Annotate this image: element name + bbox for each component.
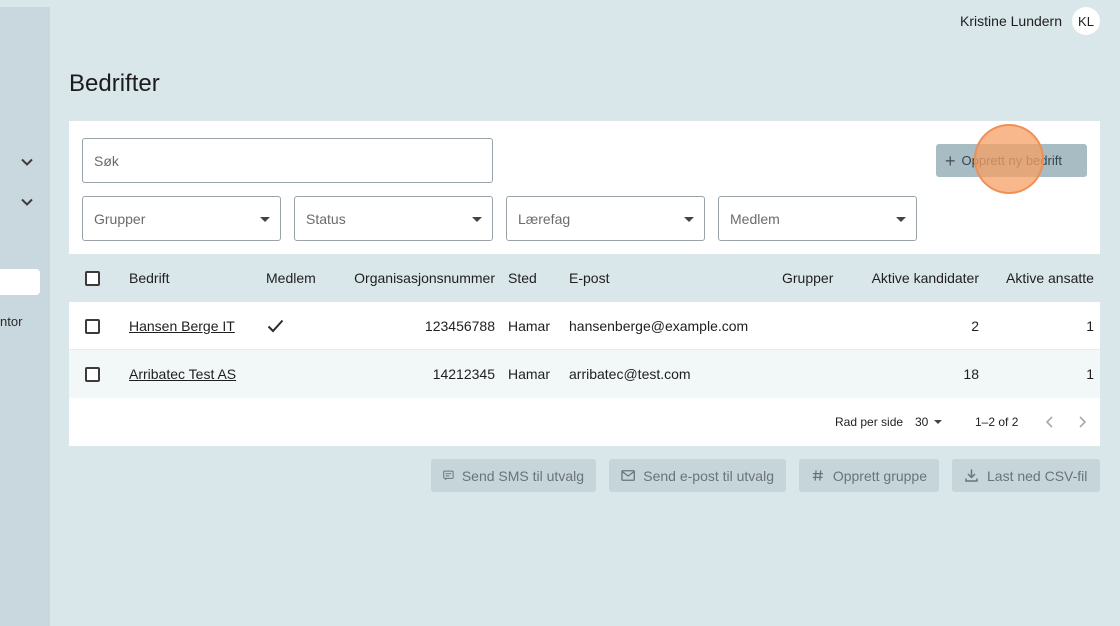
send-email-label: Send e-post til utvalg bbox=[643, 467, 774, 484]
column-header-active-candidates[interactable]: Aktive kandidater bbox=[859, 254, 979, 302]
companies-card: Grupper Status Lærefag Medlem + Opprett … bbox=[69, 121, 1100, 446]
row-checkbox[interactable] bbox=[85, 366, 100, 382]
org-number-cell: 123456788 bbox=[424, 318, 495, 334]
row-select-cell bbox=[85, 350, 100, 398]
table-row[interactable]: Arribatec Test AS 14212345 Hamar arribat… bbox=[69, 350, 1100, 398]
table-header: Bedrift Medlem Organisasjonsnummer Sted … bbox=[69, 254, 1100, 302]
rows-per-page-select[interactable]: 30 bbox=[915, 398, 943, 446]
email-cell: arribatec@test.com bbox=[569, 366, 691, 382]
create-group-label: Opprett gruppe bbox=[832, 467, 927, 484]
hashtag-icon bbox=[812, 470, 823, 481]
page-title: Bedrifter bbox=[69, 70, 160, 97]
caret-down-icon bbox=[896, 217, 906, 222]
active-candidates-cell: 2 bbox=[971, 318, 979, 334]
message-icon bbox=[443, 470, 454, 481]
company-link[interactable]: Arribatec Test AS bbox=[129, 366, 236, 382]
location-cell: Hamar bbox=[508, 366, 551, 382]
caret-down-icon bbox=[472, 217, 482, 222]
next-page-icon[interactable] bbox=[1074, 414, 1090, 430]
user-menu[interactable]: Kristine Lundern KL bbox=[960, 7, 1100, 35]
active-employees-cell: 1 bbox=[1086, 318, 1094, 334]
download-csv-label: Last ned CSV-fil bbox=[987, 467, 1088, 484]
create-group-button[interactable]: Opprett gruppe bbox=[799, 459, 939, 492]
column-header-email[interactable]: E-post bbox=[569, 254, 609, 302]
column-header-org-number[interactable]: Organisasjonsnummer bbox=[349, 254, 495, 302]
column-header-groups[interactable]: Grupper bbox=[782, 254, 833, 302]
search-input[interactable] bbox=[82, 138, 493, 183]
company-link[interactable]: Hansen Berge IT bbox=[129, 318, 235, 334]
column-header-member[interactable]: Medlem bbox=[266, 254, 316, 302]
active-employees-cell: 1 bbox=[1086, 366, 1094, 382]
plus-icon: + bbox=[945, 150, 956, 171]
caret-down-icon bbox=[934, 420, 943, 424]
location-cell: Hamar bbox=[508, 318, 551, 334]
filter-trade-select[interactable]: Lærefag bbox=[506, 196, 705, 241]
envelope-icon bbox=[621, 470, 635, 481]
select-label: Medlem bbox=[730, 210, 780, 227]
create-company-label: Opprett ny bedrift bbox=[961, 153, 1062, 168]
member-cell bbox=[267, 302, 284, 350]
download-icon bbox=[965, 469, 978, 482]
select-label: Lærefag bbox=[518, 210, 571, 227]
filter-status-select[interactable]: Status bbox=[294, 196, 493, 241]
email-cell: hansenberge@example.com bbox=[569, 318, 749, 334]
create-company-button[interactable]: + Opprett ny bedrift bbox=[936, 144, 1087, 177]
select-all-checkbox[interactable] bbox=[85, 270, 100, 286]
user-name: Kristine Lundern bbox=[960, 13, 1062, 29]
org-number-cell: 14212345 bbox=[432, 366, 495, 382]
caret-down-icon bbox=[260, 217, 270, 222]
caret-down-icon bbox=[684, 217, 694, 222]
select-label: Grupper bbox=[94, 210, 146, 227]
checkmark-icon bbox=[267, 319, 284, 333]
avatar[interactable]: KL bbox=[1072, 7, 1100, 35]
filter-bar: Grupper Status Lærefag Medlem + Opprett … bbox=[69, 121, 1100, 254]
download-csv-button[interactable]: Last ned CSV-fil bbox=[952, 459, 1100, 492]
previous-page-icon[interactable] bbox=[1042, 414, 1058, 430]
sidebar: ntor bbox=[0, 7, 50, 626]
send-sms-button[interactable]: Send SMS til utvalg bbox=[431, 459, 596, 492]
pagination: Rad per side 30 1–2 of 2 bbox=[69, 398, 1100, 446]
send-email-button[interactable]: Send e-post til utvalg bbox=[609, 459, 786, 492]
column-header-location[interactable]: Sted bbox=[508, 254, 537, 302]
active-candidates-cell: 18 bbox=[963, 366, 979, 382]
column-header-active-employees[interactable]: Aktive ansatte bbox=[1006, 254, 1094, 302]
sidebar-item-active[interactable] bbox=[0, 269, 40, 295]
table-row[interactable]: Hansen Berge IT 123456788 Hamar hansenbe… bbox=[69, 302, 1100, 350]
chevron-down-icon[interactable] bbox=[20, 195, 34, 209]
company-cell: Hansen Berge IT bbox=[129, 302, 235, 350]
row-checkbox[interactable] bbox=[85, 318, 100, 334]
row-select-cell bbox=[85, 302, 100, 350]
company-cell: Arribatec Test AS bbox=[129, 350, 236, 398]
rows-per-page-label: Rad per side bbox=[835, 415, 904, 429]
select-all-cell bbox=[85, 254, 100, 302]
sidebar-item-label[interactable]: ntor bbox=[0, 314, 22, 329]
select-label: Status bbox=[306, 210, 346, 227]
rows-per-page-value: 30 bbox=[915, 415, 929, 429]
column-header-company[interactable]: Bedrift bbox=[129, 254, 169, 302]
filter-groups-select[interactable]: Grupper bbox=[82, 196, 281, 241]
pagination-range: 1–2 of 2 bbox=[975, 415, 1019, 429]
chevron-down-icon[interactable] bbox=[20, 155, 34, 169]
filter-member-select[interactable]: Medlem bbox=[718, 196, 917, 241]
send-sms-label: Send SMS til utvalg bbox=[461, 467, 584, 484]
